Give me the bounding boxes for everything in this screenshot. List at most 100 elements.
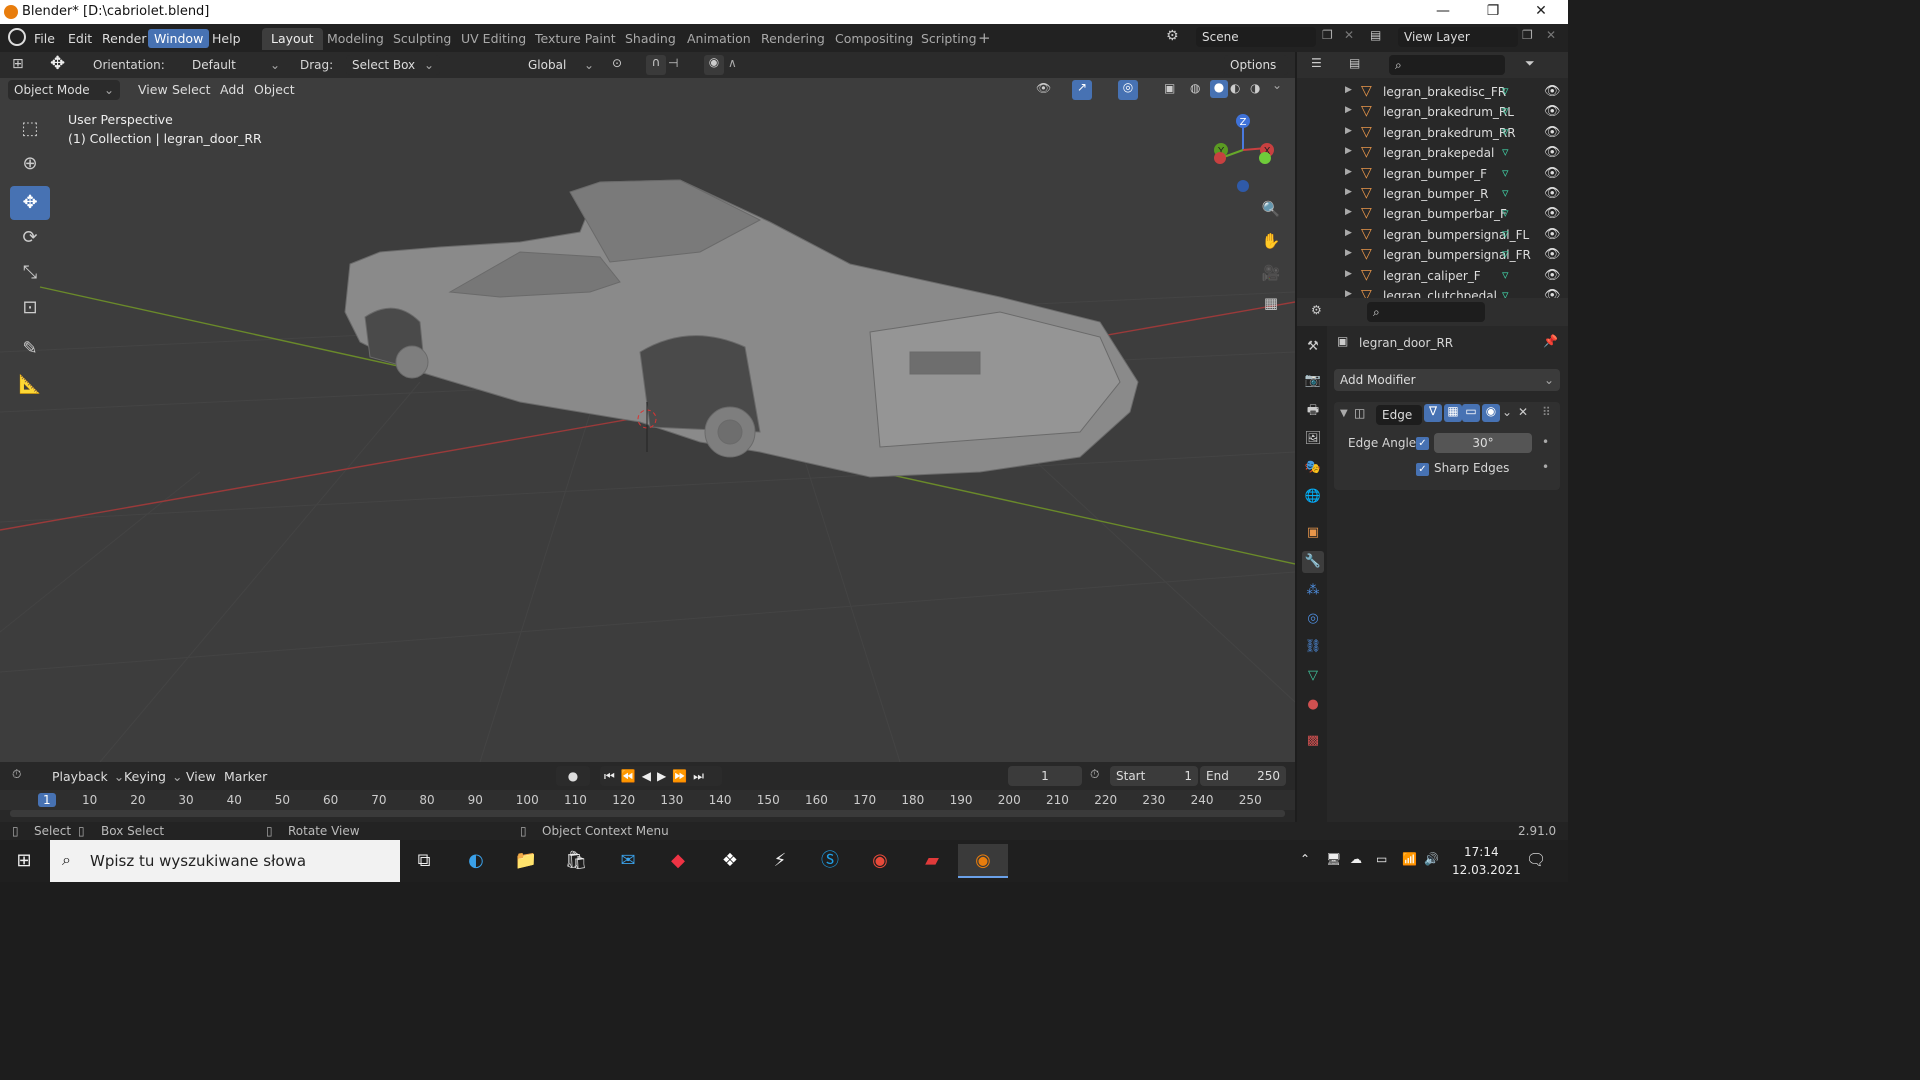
- modifier-tab-icon[interactable]: 🔧: [1302, 551, 1324, 573]
- keyframe-dot-icon[interactable]: •: [1542, 460, 1549, 474]
- texture-tab-icon[interactable]: ▩: [1302, 730, 1324, 752]
- timeline-menu-view[interactable]: View: [180, 767, 222, 786]
- pivot-point-icon[interactable]: ⊙: [612, 56, 622, 70]
- expand-arrow-icon[interactable]: ▶: [1345, 248, 1352, 258]
- expand-arrow-icon[interactable]: ▶: [1345, 146, 1352, 156]
- visibility-eye-icon[interactable]: 👁: [1544, 227, 1561, 242]
- orientation-dropdown[interactable]: Default: [186, 55, 286, 75]
- pan-hand-icon[interactable]: ✋: [1258, 228, 1284, 254]
- overlay-toggle-icon[interactable]: ◎: [1118, 80, 1138, 100]
- menu-file[interactable]: File: [28, 29, 61, 48]
- visibility-eye-icon[interactable]: 👁: [1544, 104, 1561, 119]
- blender-menu-icon[interactable]: [8, 28, 26, 46]
- visibility-eye-icon[interactable]: 👁: [1544, 166, 1561, 181]
- visibility-eye-icon[interactable]: 👁: [1544, 247, 1561, 262]
- visibility-eye-icon[interactable]: 👁: [1544, 145, 1561, 160]
- wireframe-shading-icon[interactable]: ◍: [1190, 81, 1200, 95]
- options-dropdown[interactable]: Options: [1224, 55, 1288, 75]
- viewport-menu-add[interactable]: Add: [214, 80, 250, 99]
- physics-tab-icon[interactable]: ◎: [1302, 608, 1324, 630]
- viewport-menu-object[interactable]: Object: [248, 80, 301, 99]
- outliner-editor-icon[interactable]: ☰: [1311, 56, 1322, 70]
- sharp-edges-checkbox[interactable]: ✓: [1416, 463, 1429, 476]
- outliner-row[interactable]: ▶ ▽ legran_bumper_R ▿ 👁: [1297, 184, 1568, 204]
- rendered-shading-icon[interactable]: ◑: [1250, 81, 1260, 95]
- visibility-eye-icon[interactable]: 👁: [1544, 186, 1561, 201]
- tab-scripting[interactable]: Scripting: [912, 28, 986, 50]
- tray-weather-icon[interactable]: ☁: [1350, 852, 1362, 866]
- dropbox-icon[interactable]: ❖: [710, 844, 750, 878]
- outliner-row[interactable]: ▶ ▽ legran_caliper_F ▿ 👁: [1297, 266, 1568, 286]
- view-layer-field[interactable]: View Layer: [1398, 27, 1518, 47]
- view-layer-icon[interactable]: ▤: [1370, 28, 1381, 42]
- cage-toggle-icon[interactable]: ▦: [1444, 404, 1462, 422]
- new-view-layer-icon[interactable]: ❐: [1522, 28, 1533, 42]
- tab-shading[interactable]: Shading: [616, 28, 685, 50]
- keyframe-dot-icon[interactable]: •: [1542, 435, 1549, 449]
- snap-icon[interactable]: ∩: [646, 55, 666, 75]
- edit-mode-toggle-icon[interactable]: ∇: [1424, 404, 1442, 422]
- modifier-name-field[interactable]: Edge: [1376, 405, 1422, 425]
- tab-animation[interactable]: Animation: [678, 28, 760, 50]
- material-tab-icon[interactable]: ●: [1302, 694, 1324, 716]
- cursor-tool-icon[interactable]: ⊕: [10, 147, 50, 181]
- constraints-tab-icon[interactable]: ⛓: [1302, 636, 1324, 658]
- edge-angle-field[interactable]: 30°: [1434, 433, 1532, 453]
- world-tab-icon[interactable]: 🌐: [1302, 486, 1324, 508]
- taskbar-search-box[interactable]: ⌕ Wpisz tu wyszukiwane słowa: [50, 840, 400, 882]
- outliner-row[interactable]: ▶ ▽ legran_brakedrum_RL ▿ 👁: [1297, 102, 1568, 122]
- render-tab-icon[interactable]: 📷: [1302, 370, 1324, 392]
- expand-arrow-icon[interactable]: ▶: [1345, 126, 1352, 136]
- mode-dropdown[interactable]: Object Mode: [8, 80, 120, 100]
- frame-ruler[interactable]: 1 10 20 30 40 50 60 70 80 90 100 110 120 130 140 150 160…: [0, 790, 1295, 810]
- tab-layout[interactable]: Layout: [262, 28, 323, 50]
- chrome-icon[interactable]: ◉: [860, 844, 900, 878]
- pin-icon[interactable]: 📌: [1543, 334, 1558, 348]
- output-tab-icon[interactable]: 🖶: [1302, 400, 1324, 422]
- outliner-row[interactable]: ▶ ▽ legran_brakedrum_RR ▿ 👁: [1297, 123, 1568, 143]
- gizmo-toggle-icon[interactable]: ↗: [1072, 80, 1092, 100]
- scene-selector-icon[interactable]: ⚙: [1166, 28, 1179, 44]
- drag-handle-icon[interactable]: ⠿: [1542, 405, 1551, 419]
- tool-tab-icon[interactable]: ⚒: [1302, 336, 1324, 358]
- transform-orientation-dropdown[interactable]: Global: [522, 55, 600, 75]
- add-modifier-dropdown[interactable]: Add Modifier: [1334, 369, 1560, 391]
- transform-tool-icon[interactable]: ⊡: [10, 291, 50, 325]
- delete-view-layer-icon[interactable]: ✕: [1546, 28, 1556, 42]
- expand-arrow-icon[interactable]: ▶: [1345, 269, 1352, 279]
- menu-help[interactable]: Help: [206, 29, 247, 48]
- timeline-menu-marker[interactable]: Marker: [218, 767, 273, 786]
- visibility-eye-icon[interactable]: 👁: [1544, 84, 1561, 99]
- expand-arrow-icon[interactable]: ▶: [1345, 207, 1352, 217]
- task-view-icon[interactable]: ⧉: [404, 844, 444, 878]
- xray-icon[interactable]: ▣: [1164, 81, 1175, 95]
- current-frame-field[interactable]: 1: [1008, 766, 1082, 786]
- pdf-reader-icon[interactable]: ▰: [912, 844, 952, 878]
- timeline-menu-keying[interactable]: Keying: [118, 767, 188, 786]
- properties-editor-icon[interactable]: ⚙: [1311, 303, 1322, 317]
- end-frame-field[interactable]: End 250: [1200, 766, 1286, 786]
- tab-modeling[interactable]: Modeling: [318, 28, 393, 50]
- tab-sculpting[interactable]: Sculpting: [384, 28, 460, 50]
- clock-time[interactable]: 17:14: [1464, 845, 1499, 859]
- render-toggle-icon[interactable]: ◉: [1482, 404, 1500, 422]
- tab-compositing[interactable]: Compositing: [826, 28, 922, 50]
- close-window-button[interactable]: ✕: [1518, 0, 1564, 24]
- scene-tab-icon[interactable]: 🎭: [1302, 457, 1324, 479]
- notifications-icon[interactable]: 🗨: [1526, 850, 1546, 869]
- display-mode-icon[interactable]: ▤: [1349, 56, 1360, 70]
- clock-date[interactable]: 12.03.2021: [1452, 863, 1521, 877]
- view-layer-tab-icon[interactable]: 🖼: [1302, 428, 1324, 450]
- preview-range-icon[interactable]: ⏱: [1090, 767, 1099, 782]
- outliner-row[interactable]: ▶ ▽ legran_bumper_F ▿ 👁: [1297, 164, 1568, 184]
- menu-edit[interactable]: Edit: [62, 29, 98, 48]
- visibility-eye-icon[interactable]: 👁: [1544, 206, 1561, 221]
- properties-search-input[interactable]: ⌕: [1367, 302, 1485, 322]
- maximize-button[interactable]: ❐: [1470, 0, 1516, 24]
- solid-shading-icon[interactable]: ●: [1210, 80, 1228, 98]
- file-explorer-icon[interactable]: 📁: [506, 844, 546, 878]
- tray-meet-icon[interactable]: 🖥: [1326, 852, 1341, 866]
- outliner-row[interactable]: ▶ ▽ legran_brakedisc_FR ▿ 👁: [1297, 82, 1568, 102]
- navigation-gizmo[interactable]: Z Y X: [1205, 110, 1285, 195]
- scene-field[interactable]: Scene: [1196, 27, 1316, 47]
